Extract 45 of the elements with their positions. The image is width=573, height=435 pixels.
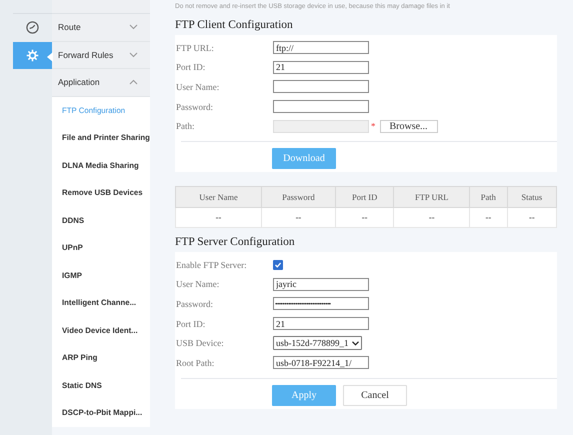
field-label: User Name: xyxy=(176,82,220,92)
field-label: USB Device: xyxy=(176,338,225,348)
table-cell: -- xyxy=(507,207,556,228)
column-header: Status xyxy=(507,186,556,208)
menu-group[interactable]: Application xyxy=(52,69,150,96)
field-label: Port ID: xyxy=(176,62,206,72)
menu-group[interactable]: Route xyxy=(52,14,150,42)
column-header: Port ID xyxy=(335,186,394,208)
field-label: Password: xyxy=(176,298,214,309)
field-label: User Name: xyxy=(176,279,220,290)
section-title: FTP Client Configuration xyxy=(175,18,294,32)
column-header: User Name xyxy=(176,186,262,208)
field-label: Port ID: xyxy=(176,318,206,329)
column-header: FTP URL xyxy=(394,186,470,208)
input-field[interactable]: 21 xyxy=(273,317,369,330)
required-mark: * xyxy=(371,121,376,132)
settings-icon xyxy=(26,48,39,62)
menu-group[interactable]: Forward Rules xyxy=(52,42,150,69)
caret-icon xyxy=(352,340,358,346)
table-cell: -- xyxy=(335,207,394,228)
checkbox[interactable] xyxy=(273,260,283,270)
input-field[interactable]: jayric xyxy=(273,278,369,291)
gauge-icon xyxy=(26,21,39,34)
usb-device-dropdown[interactable]: usb-152d-778899_1 xyxy=(273,336,362,350)
input-field[interactable] xyxy=(273,80,369,94)
input-field[interactable]: ftp:// xyxy=(273,41,369,54)
table-cell: -- xyxy=(394,207,470,228)
form-button[interactable]: Cancel xyxy=(343,384,407,406)
field-label: Password: xyxy=(176,102,214,112)
field-label: Path: xyxy=(176,121,196,132)
field-label: Root Path: xyxy=(176,358,216,368)
table-cell: -- xyxy=(262,207,336,228)
field-label: Enable FTP Server: xyxy=(176,260,248,270)
field-label: FTP URL: xyxy=(176,42,215,53)
input-field[interactable]: usb-0718-F92214_1/ xyxy=(273,356,369,370)
chevron-icon xyxy=(129,52,138,58)
chevron-icon xyxy=(129,79,138,86)
table-cell: -- xyxy=(176,207,262,228)
table-cell: -- xyxy=(470,207,508,228)
input-field[interactable] xyxy=(273,100,369,114)
input-field[interactable]: 21 xyxy=(273,60,369,74)
column-header: Password xyxy=(262,186,336,208)
section-title: FTP Server Configuration xyxy=(175,234,296,249)
chevron-icon xyxy=(129,24,138,30)
column-header: Path xyxy=(470,186,508,208)
